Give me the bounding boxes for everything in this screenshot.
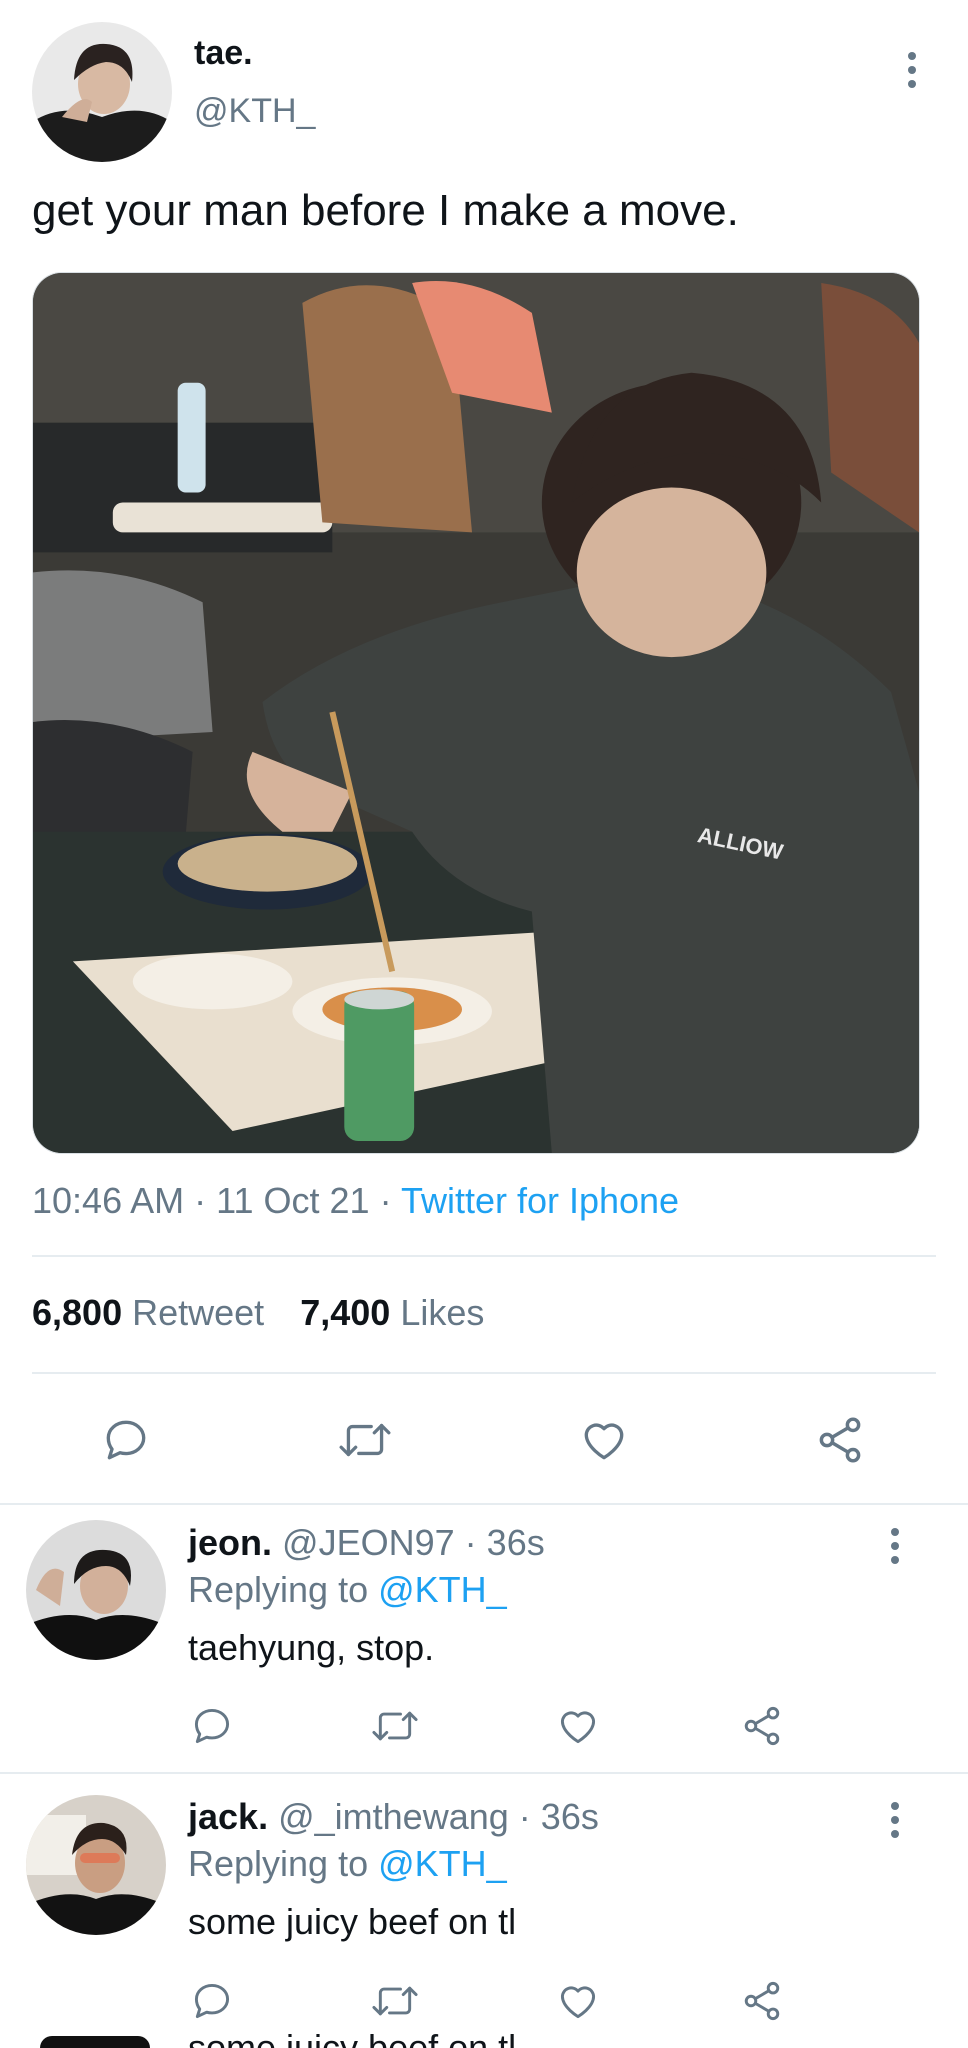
more-vertical-icon[interactable] — [902, 52, 922, 88]
reply-divider — [0, 1772, 968, 1774]
reply-handle[interactable]: @_imthewang — [278, 1796, 509, 1837]
retweet-icon — [339, 1423, 391, 1457]
reply-handle[interactable]: @JEON97 — [282, 1522, 455, 1563]
reply-avatar[interactable] — [26, 1520, 166, 1660]
retweet-button[interactable] — [366, 1975, 424, 2027]
share-button[interactable] — [736, 1700, 788, 1752]
like-icon — [560, 1986, 596, 2019]
like-button[interactable] — [552, 1975, 604, 2027]
reply-icon — [106, 1420, 146, 1460]
reply-text: some juicy beef on tl — [188, 1901, 517, 1942]
replying-to-label: Replying to — [188, 1569, 369, 1610]
reply-display-name[interactable]: jeon. — [188, 1522, 272, 1563]
reply-text: taehyung, stop. — [188, 1627, 435, 1668]
meta-divider — [32, 1255, 936, 1257]
share-button[interactable] — [810, 1410, 870, 1470]
reply-separator: · — [518, 1796, 531, 1837]
replying-to-label: Replying to — [188, 1843, 369, 1884]
more-vertical-icon[interactable] — [885, 1528, 905, 1564]
reply-age: 36s — [486, 1522, 545, 1563]
reply-avatar[interactable] — [26, 1795, 166, 1935]
cafeteria-photo: ALLIOW — [33, 273, 919, 1153]
likes-label: Likes — [400, 1292, 485, 1333]
tweet-media-image[interactable]: ALLIOW — [32, 272, 920, 1154]
more-vertical-icon[interactable] — [885, 1802, 905, 1838]
replying-to-line: Replying to @KTH_ — [188, 1569, 507, 1611]
author-avatar[interactable] — [32, 22, 172, 162]
author-display-name[interactable]: tae. — [194, 34, 253, 73]
like-button[interactable] — [574, 1410, 634, 1470]
retweet-label: Retweet — [132, 1292, 265, 1333]
reply-button[interactable] — [186, 1975, 238, 2027]
stats-divider — [32, 1372, 936, 1374]
like-icon — [560, 1711, 596, 1744]
meta-separator: · — [194, 1180, 207, 1221]
next-reply-avatar-partial[interactable] — [40, 2036, 150, 2048]
reply-button[interactable] — [96, 1410, 156, 1470]
retweet-button[interactable] — [332, 1410, 398, 1470]
reply-avatar-image — [26, 1520, 166, 1660]
reply-avatar-image — [26, 1795, 166, 1935]
reply-separator: · — [464, 1522, 477, 1563]
share-button[interactable] — [736, 1975, 788, 2027]
reply-icon — [194, 1983, 230, 2019]
like-icon — [584, 1423, 624, 1460]
reply-header: jack. @_imthewang · 36s — [188, 1796, 599, 1838]
replying-to-line: Replying to @KTH_ — [188, 1843, 507, 1885]
retweet-count: 6,800 — [32, 1292, 123, 1333]
likes-stat[interactable]: 7,400 Likes — [300, 1292, 484, 1333]
replying-to-handle[interactable]: @KTH_ — [378, 1843, 507, 1884]
next-reply-text-partial: some juicy beef on tl — [188, 2030, 516, 2048]
tweet-stats: 6,800 Retweet 7,400 Likes — [32, 1292, 484, 1334]
share-icon — [819, 1417, 861, 1463]
meta-separator: · — [379, 1180, 392, 1221]
tweet-text: get your man before I make a move. — [32, 186, 739, 235]
tweet-meta: 10:46 AM · 11 Oct 21 · Twitter for Iphon… — [32, 1180, 679, 1222]
share-icon — [744, 1981, 780, 2021]
reply-icon — [194, 1708, 230, 1744]
author-avatar-image — [32, 22, 172, 162]
thread-divider — [0, 1503, 968, 1505]
retweet-button[interactable] — [366, 1700, 424, 1752]
reply-button[interactable] — [186, 1700, 238, 1752]
retweet-icon — [372, 1711, 418, 1741]
tweet-time: 10:46 AM — [32, 1180, 185, 1221]
tweet-date: 11 Oct 21 — [216, 1180, 370, 1221]
retweet-stat[interactable]: 6,800 Retweet — [32, 1292, 274, 1333]
next-reply-text: some juicy beef on tl — [188, 2030, 516, 2048]
reply-header: jeon. @JEON97 · 36s — [188, 1522, 545, 1564]
reply-age: 36s — [540, 1796, 599, 1837]
author-handle[interactable]: @KTH_ — [194, 92, 315, 131]
tweet-source-link[interactable]: Twitter for Iphone — [401, 1180, 679, 1221]
retweet-icon — [372, 1986, 418, 2016]
reply-display-name[interactable]: jack. — [188, 1796, 268, 1837]
replying-to-handle[interactable]: @KTH_ — [378, 1569, 507, 1610]
likes-count: 7,400 — [300, 1292, 391, 1333]
like-button[interactable] — [552, 1700, 604, 1752]
share-icon — [744, 1706, 780, 1746]
